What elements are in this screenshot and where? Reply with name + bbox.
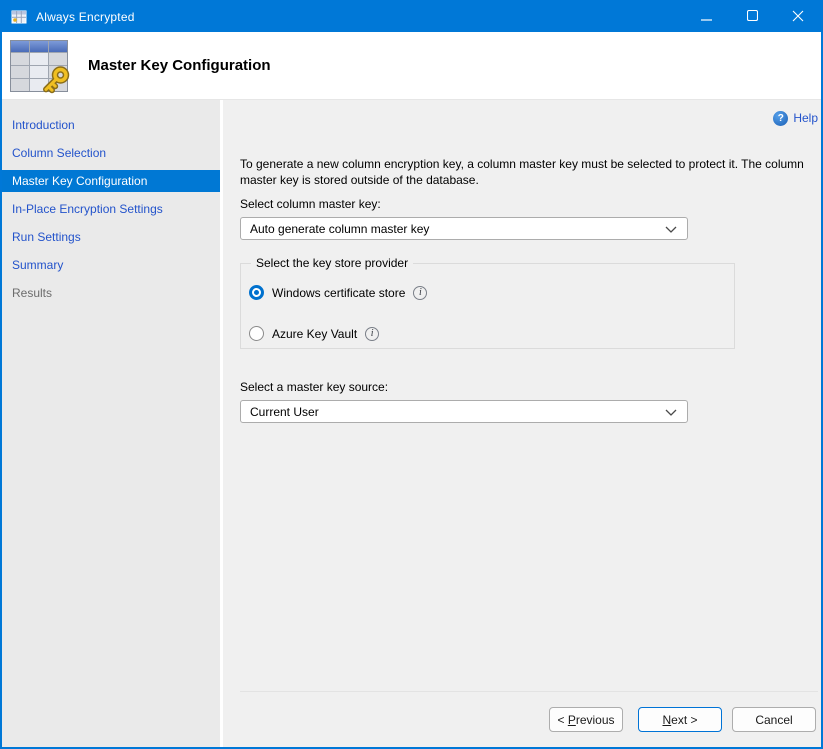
gold-key-icon [39, 65, 70, 96]
sidebar-item-in-place-encryption-settings[interactable]: In-Place Encryption Settings [2, 198, 220, 220]
wizard-header: Master Key Configuration [2, 32, 821, 100]
radio-azure-key-vault-label: Azure Key Vault [272, 327, 357, 341]
key-store-provider-legend: Select the key store provider [251, 256, 413, 270]
chevron-down-icon [665, 405, 677, 419]
sidebar-item-run-settings[interactable]: Run Settings [2, 226, 220, 248]
radio-windows-certificate-store-label: Windows certificate store [272, 286, 405, 300]
master-key-source-select[interactable]: Current User [240, 400, 688, 423]
sidebar-item-column-selection[interactable]: Column Selection [2, 142, 220, 164]
sidebar-item-introduction[interactable]: Introduction [2, 114, 220, 136]
next-button-label: Next > [662, 713, 697, 727]
title-bar: Always Encrypted [2, 2, 821, 32]
info-icon[interactable] [365, 327, 379, 341]
master-key-source-label: Select a master key source: [240, 380, 818, 394]
cancel-button[interactable]: Cancel [732, 707, 816, 732]
next-button[interactable]: Next > [638, 707, 722, 732]
column-master-key-select[interactable]: Auto generate column master key [240, 217, 688, 240]
page-title: Master Key Configuration [88, 57, 271, 74]
wizard-footer: < Previous Next > Cancel [240, 691, 818, 747]
close-button[interactable] [775, 2, 821, 32]
info-icon[interactable] [413, 286, 427, 300]
radio-azure-key-vault[interactable]: Azure Key Vault [249, 325, 734, 342]
previous-button-label: < Previous [557, 713, 614, 727]
column-master-key-value: Auto generate column master key [250, 222, 665, 236]
sidebar-item-summary[interactable]: Summary [2, 254, 220, 276]
maximize-icon [747, 10, 758, 24]
minimize-button[interactable] [683, 2, 729, 32]
close-icon [792, 10, 804, 25]
chevron-down-icon [665, 222, 677, 236]
wizard-steps-sidebar: Introduction Column Selection Master Key… [2, 100, 223, 747]
key-store-provider-group: Select the key store provider Windows ce… [240, 256, 735, 349]
table-key-icon [11, 9, 27, 25]
sidebar-item-master-key-configuration[interactable]: Master Key Configuration [2, 170, 220, 192]
maximize-button[interactable] [729, 2, 775, 32]
previous-button[interactable]: < Previous [549, 707, 623, 732]
window-controls [683, 2, 821, 32]
window-title: Always Encrypted [36, 10, 135, 24]
help-label: Help [793, 111, 818, 125]
sidebar-item-results: Results [2, 282, 220, 304]
always-encrypted-wizard-window: Always Encrypted [0, 0, 823, 749]
help-question-icon: ? [773, 111, 788, 126]
radio-selected-icon[interactable] [249, 285, 264, 300]
main-content: ? Help To generate a new column encrypti… [223, 100, 823, 747]
radio-unselected-icon[interactable] [249, 326, 264, 341]
column-master-key-label: Select column master key: [240, 197, 818, 211]
intro-text: To generate a new column encryption key,… [240, 156, 818, 188]
minimize-icon [701, 10, 712, 24]
help-link[interactable]: ? Help [240, 110, 818, 126]
radio-windows-certificate-store[interactable]: Windows certificate store [249, 284, 734, 301]
master-key-source-value: Current User [250, 405, 665, 419]
cancel-button-label: Cancel [755, 713, 792, 727]
master-key-table-icon [10, 40, 68, 92]
